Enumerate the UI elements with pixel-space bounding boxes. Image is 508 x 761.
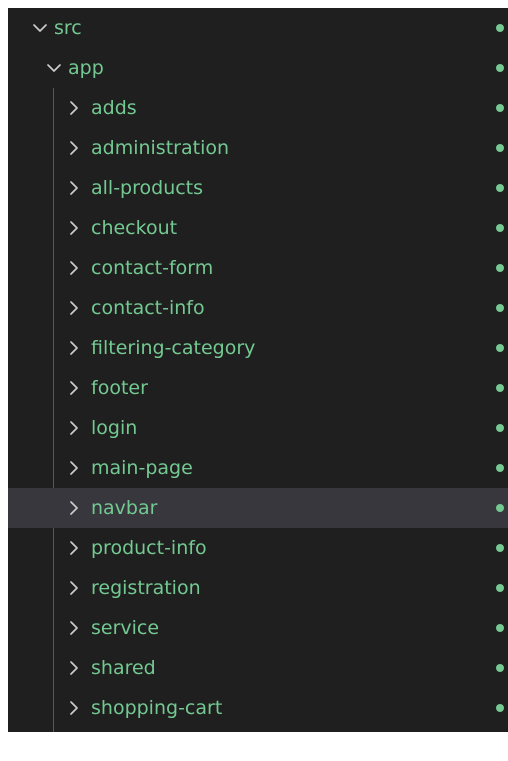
folder-label: all-products — [91, 177, 204, 199]
tree-item-administration[interactable]: administration — [8, 128, 508, 168]
chevron-right-icon[interactable] — [66, 288, 82, 328]
folder-label: contact-form — [91, 257, 214, 279]
tree-item-src[interactable]: src — [8, 8, 508, 48]
tree-item-shared[interactable]: shared — [8, 648, 508, 688]
tree-item-view-orders[interactable]: view-orders — [8, 728, 508, 732]
folder-label: navbar — [91, 497, 158, 519]
git-status-dot — [496, 704, 504, 712]
git-status-dot — [496, 104, 504, 112]
tree-item-contact-form[interactable]: contact-form — [8, 248, 508, 288]
chevron-right-icon[interactable] — [66, 328, 82, 368]
folder-label: main-page — [91, 457, 193, 479]
chevron-right-icon[interactable] — [66, 728, 82, 732]
folder-label: login — [91, 417, 138, 439]
tree-item-checkout[interactable]: checkout — [8, 208, 508, 248]
tree-item-service[interactable]: service — [8, 608, 508, 648]
tree-item-main-page[interactable]: main-page — [8, 448, 508, 488]
chevron-right-icon[interactable] — [66, 208, 82, 248]
git-status-dot — [496, 264, 504, 272]
chevron-right-icon[interactable] — [66, 528, 82, 568]
git-status-dot — [496, 144, 504, 152]
chevron-right-icon[interactable] — [66, 88, 82, 128]
git-status-dot — [496, 624, 504, 632]
chevron-right-icon[interactable] — [66, 248, 82, 288]
tree-item-adds[interactable]: adds — [8, 88, 508, 128]
chevron-right-icon[interactable] — [66, 608, 82, 648]
git-status-dot — [496, 424, 504, 432]
git-status-dot — [496, 504, 504, 512]
chevron-right-icon[interactable] — [66, 688, 82, 728]
folder-label: app — [68, 57, 104, 79]
folder-label: adds — [91, 97, 137, 119]
chevron-right-icon[interactable] — [66, 448, 82, 488]
tree-item-contact-info[interactable]: contact-info — [8, 288, 508, 328]
chevron-right-icon[interactable] — [66, 488, 82, 528]
git-status-dot — [496, 384, 504, 392]
folder-label: footer — [91, 377, 148, 399]
git-status-dot — [496, 544, 504, 552]
folder-label: filtering-category — [91, 337, 256, 359]
tree-item-filtering-category[interactable]: filtering-category — [8, 328, 508, 368]
git-status-dot — [496, 224, 504, 232]
folder-label: administration — [91, 137, 230, 159]
git-status-dot — [496, 664, 504, 672]
folder-label: service — [91, 617, 160, 639]
folder-label: contact-info — [91, 297, 205, 319]
folder-label: registration — [91, 577, 201, 599]
folder-label: src — [54, 17, 82, 39]
chevron-down-icon[interactable] — [46, 48, 62, 88]
folder-label: product-info — [91, 537, 207, 559]
chevron-right-icon[interactable] — [66, 408, 82, 448]
git-status-dot — [496, 344, 504, 352]
git-status-dot — [496, 64, 504, 72]
folder-label: shared — [91, 657, 156, 679]
git-status-dot — [496, 24, 504, 32]
git-status-dot — [496, 304, 504, 312]
folder-label: shopping-cart — [91, 697, 223, 719]
git-status-dot — [496, 184, 504, 192]
chevron-right-icon[interactable] — [66, 128, 82, 168]
tree-item-shopping-cart[interactable]: shopping-cart — [8, 688, 508, 728]
folder-label: checkout — [91, 217, 178, 239]
tree-item-all-products[interactable]: all-products — [8, 168, 508, 208]
git-status-dot — [496, 464, 504, 472]
tree-item-product-info[interactable]: product-info — [8, 528, 508, 568]
chevron-right-icon[interactable] — [66, 568, 82, 608]
chevron-right-icon[interactable] — [66, 648, 82, 688]
tree-item-registration[interactable]: registration — [8, 568, 508, 608]
tree-item-app[interactable]: app — [8, 48, 508, 88]
tree-item-footer[interactable]: footer — [8, 368, 508, 408]
git-status-dot — [496, 584, 504, 592]
chevron-down-icon[interactable] — [32, 8, 48, 48]
tree-item-navbar[interactable]: navbar — [8, 488, 508, 528]
chevron-right-icon[interactable] — [66, 368, 82, 408]
folder-label: view-orders — [91, 728, 203, 732]
chevron-right-icon[interactable] — [66, 168, 82, 208]
file-explorer-tree: src app adds administration all-products ch… — [8, 8, 508, 732]
tree-item-login[interactable]: login — [8, 408, 508, 448]
